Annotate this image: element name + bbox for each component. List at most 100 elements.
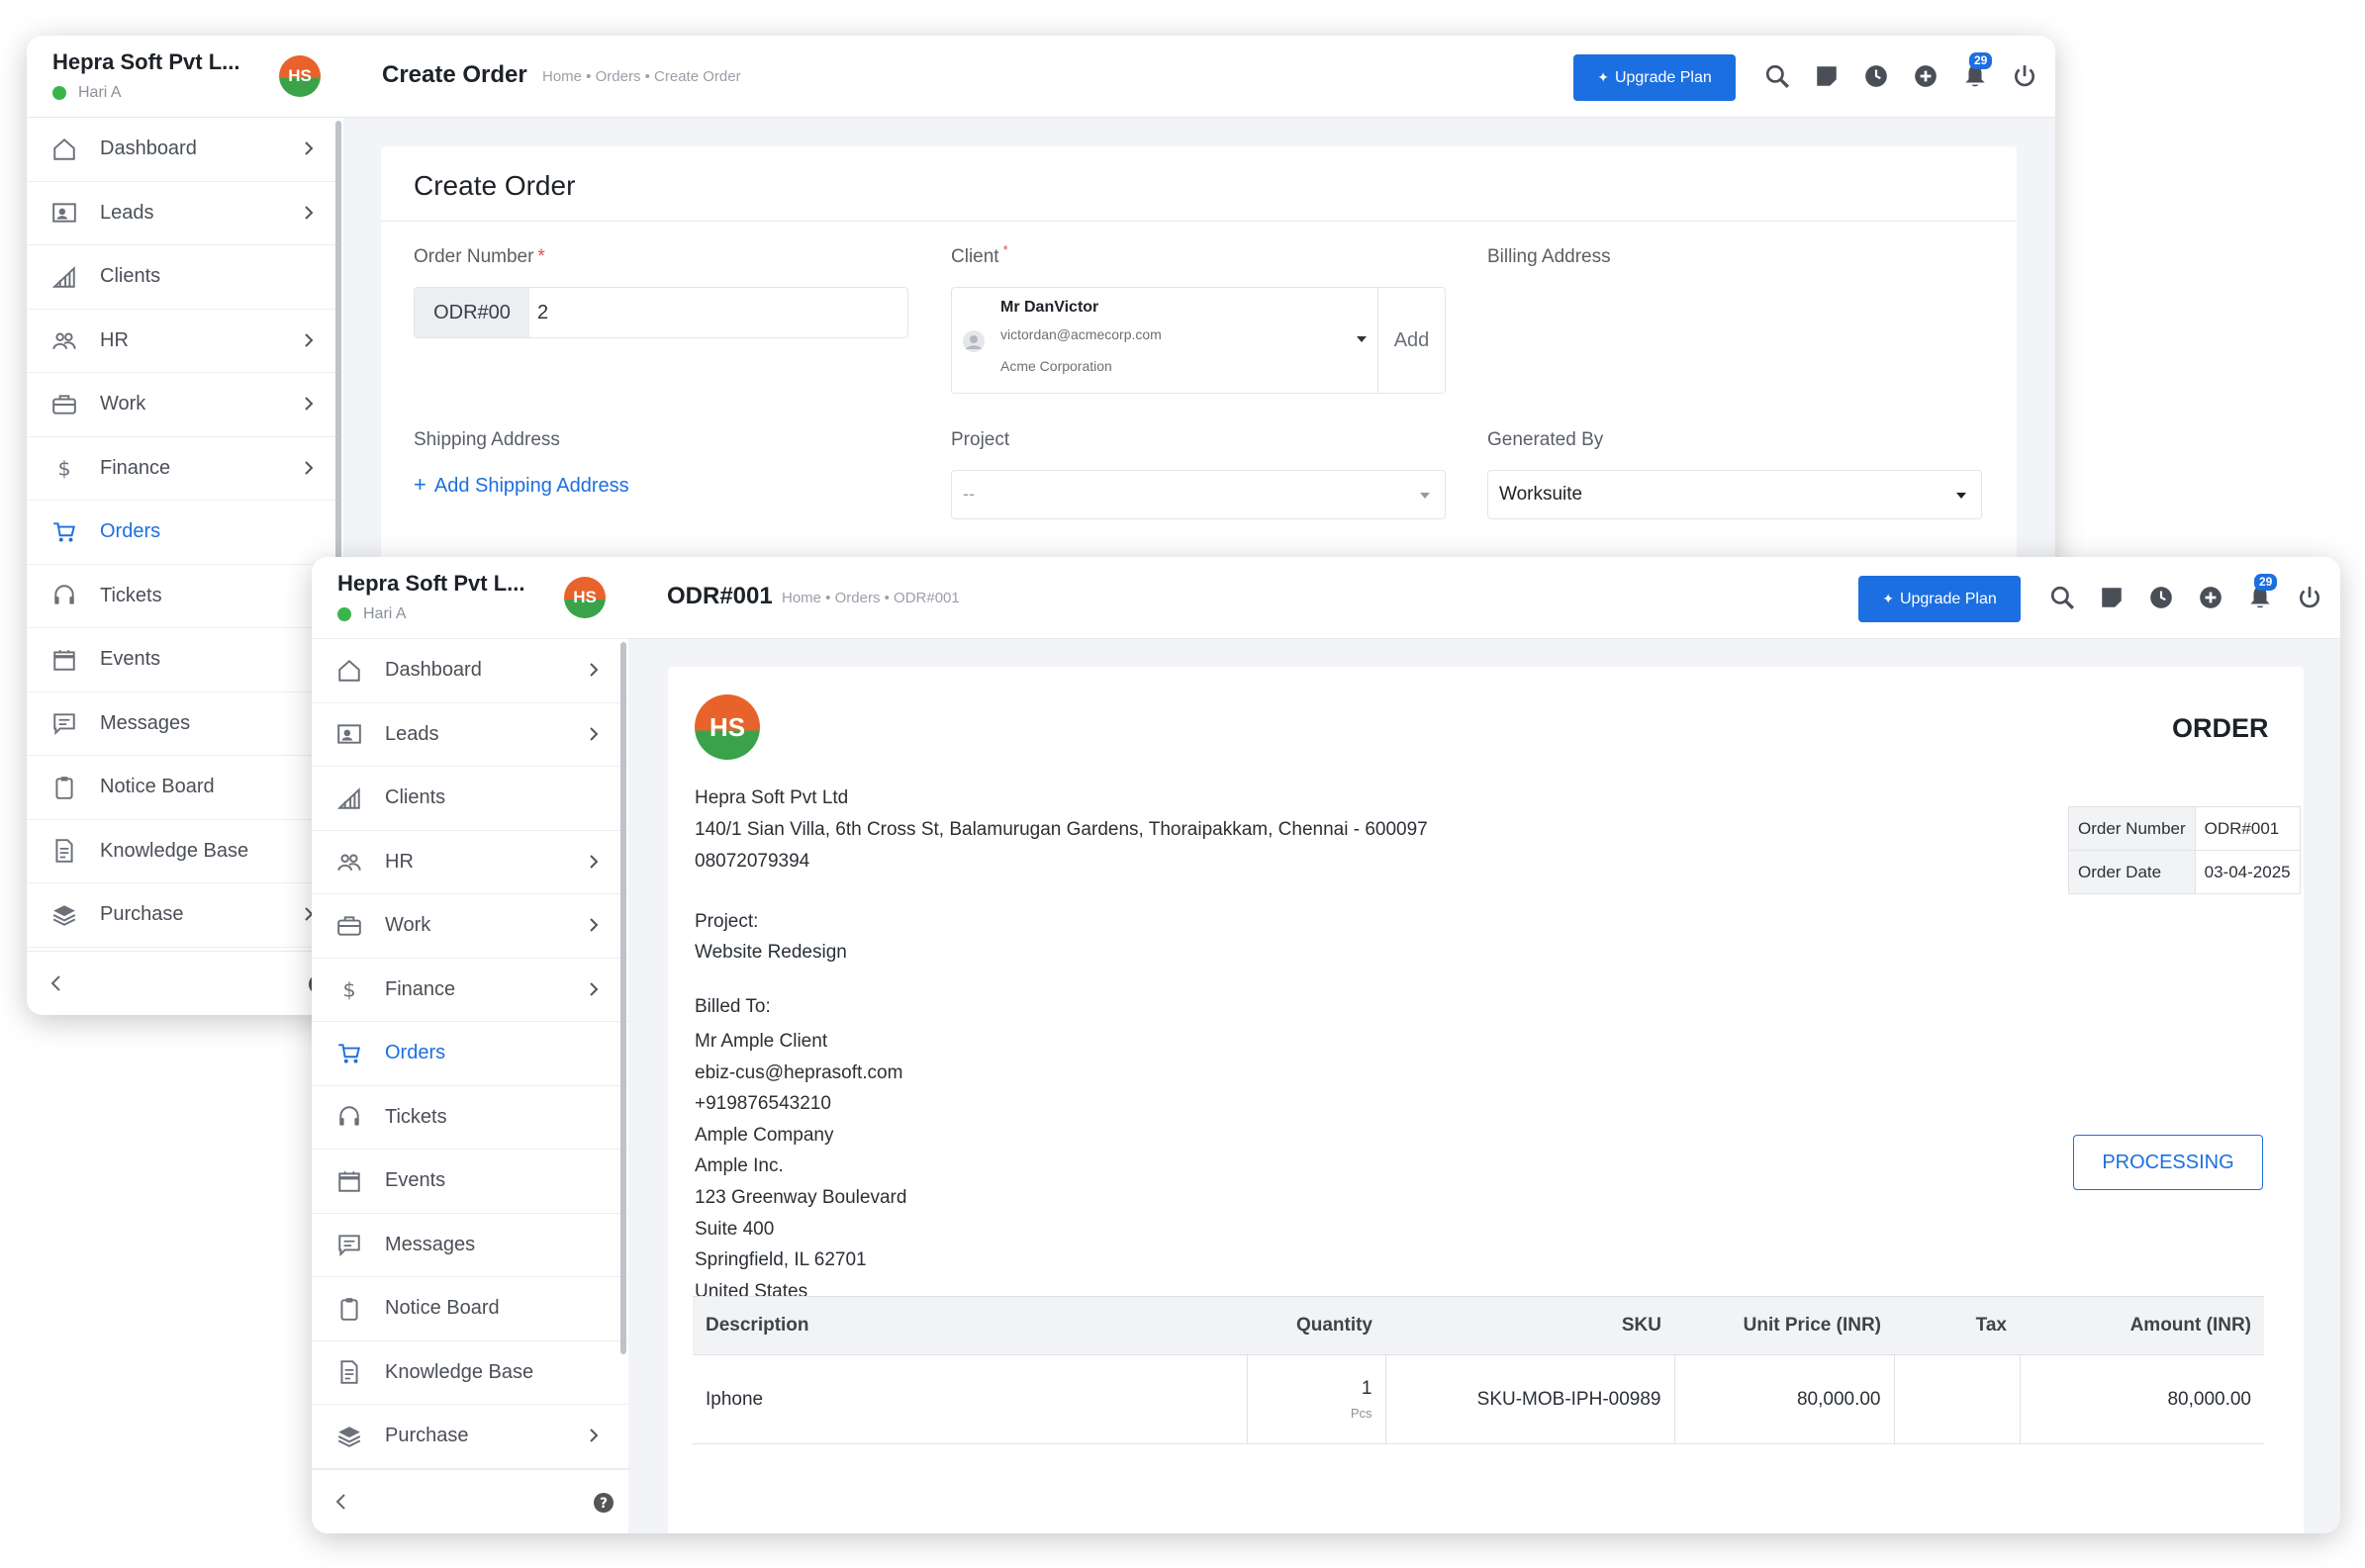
sidebar-item-tickets[interactable]: Tickets (27, 565, 343, 628)
sidebar-item-clients[interactable]: Clients (27, 245, 343, 310)
users-icon (337, 854, 361, 872)
notification-badge: 29 (1969, 52, 1993, 69)
sidebar-item-label: Knowledge Base (100, 839, 249, 862)
headset-icon (339, 1106, 359, 1126)
clock-icon[interactable] (1863, 63, 1889, 89)
column-header-quantity: Quantity (1247, 1296, 1385, 1355)
search-icon[interactable] (1764, 63, 1790, 89)
top-bar: Create Order Home • Orders • Create Orde… (343, 36, 2055, 118)
user-name: Hari A (78, 84, 122, 101)
sidebar-item-notice-board[interactable]: Notice Board (312, 1277, 628, 1341)
sidebar-item-orders[interactable]: Orders (312, 1022, 628, 1086)
sidebar-item-knowledge-base[interactable]: Knowledge Base (312, 1341, 628, 1405)
sidebar-item-leads[interactable]: Leads (312, 703, 628, 767)
breadcrumb[interactable]: Home • Orders • Create Order (542, 68, 741, 85)
upgrade-plan-button[interactable]: ✦ Upgrade Plan (1858, 576, 2021, 622)
sidebar-item-knowledge-base[interactable]: Knowledge Base (27, 820, 343, 883)
sidebar-item-dashboard[interactable]: Dashboard (312, 639, 628, 703)
sidebar-item-finance[interactable]: $ Finance (312, 959, 628, 1022)
sidebar-item-hr[interactable]: HR (27, 310, 343, 373)
project-select[interactable]: -- (951, 470, 1446, 519)
caret-down-icon[interactable] (1356, 333, 1368, 345)
client-select[interactable]: Mr DanVictor victordan@acmecorp.com Acme… (951, 287, 1446, 394)
sidebar-item-label: Tickets (385, 1105, 447, 1128)
sidebar-item-label: Dashboard (385, 659, 482, 682)
item-unit-price: 80,000.00 (1674, 1354, 1895, 1444)
upgrade-plan-button[interactable]: ✦ Upgrade Plan (1573, 54, 1736, 101)
user-avatar-icon (963, 330, 985, 352)
sticky-note-icon[interactable] (1814, 63, 1840, 89)
item-sku: SKU-MOB-IPH-00989 (1385, 1354, 1675, 1444)
collapse-sidebar-icon[interactable] (47, 973, 66, 993)
sidebar-item-work[interactable]: Work (27, 373, 343, 437)
sidebar-item-tickets[interactable]: Tickets (312, 1086, 628, 1150)
project-label: Project: (695, 911, 759, 932)
sidebar-item-notice-board[interactable]: Notice Board (27, 756, 343, 820)
sidebar-item-label: Messages (100, 711, 191, 734)
sidebar-item-events[interactable]: Events (27, 628, 343, 692)
power-icon[interactable] (2297, 585, 2322, 610)
collapse-sidebar-icon[interactable] (331, 1492, 351, 1512)
company-logo[interactable]: HS (564, 577, 606, 618)
add-circle-icon[interactable] (2198, 585, 2223, 610)
clock-icon[interactable] (2148, 585, 2174, 610)
home-icon (53, 138, 75, 160)
sidebar-item-messages[interactable]: Messages (27, 692, 343, 756)
project-value: -- (963, 484, 975, 504)
column-header-unit-price: Unit Price (INR) (1674, 1296, 1894, 1355)
sticky-note-icon[interactable] (2099, 585, 2125, 610)
power-icon[interactable] (2012, 63, 2037, 89)
add-circle-icon[interactable] (1913, 63, 1939, 89)
billed-to-line: ebiz-cus@heprasoft.com (695, 1061, 903, 1083)
sidebar-item-purchase[interactable]: Purchase (27, 883, 343, 948)
sidebar-item-label: Tickets (100, 584, 162, 606)
sidebar-item-work[interactable]: Work (312, 894, 628, 959)
required-mark: * (537, 246, 545, 267)
sidebar-item-events[interactable]: Events (312, 1150, 628, 1214)
breadcrumb[interactable]: Home • Orders • ODR#001 (782, 590, 960, 606)
sidebar-item-label: Notice Board (385, 1297, 500, 1320)
sidebar-item-finance[interactable]: $ Finance (27, 437, 343, 501)
sidebar-footer (27, 951, 343, 1015)
home-icon (338, 659, 360, 682)
company-address: 140/1 Sian Villa, 6th Cross St, Balamuru… (695, 819, 1428, 840)
caret-down-icon (1956, 493, 1966, 499)
sidebar-item-label: Events (385, 1169, 446, 1192)
sidebar-item-messages[interactable]: Messages (312, 1214, 628, 1277)
svg-text:?: ? (600, 1496, 608, 1512)
order-number-value: 2 (537, 302, 549, 323)
company-logo[interactable]: HS (279, 55, 321, 97)
sidebar-item-dashboard[interactable]: Dashboard (27, 118, 343, 182)
chevron-right-icon (590, 726, 599, 741)
generated-by-select[interactable]: Worksuite (1487, 470, 1982, 519)
order-number-input[interactable]: ODR#00 2 (414, 287, 908, 338)
sidebar-item-label: Leads (385, 722, 439, 745)
sidebar-scrollbar[interactable] (620, 642, 626, 1354)
chevron-right-icon (590, 918, 599, 932)
sidebar-item-label: HR (100, 328, 129, 351)
add-shipping-address-link[interactable]: + Add Shipping Address (414, 472, 629, 498)
plus-icon: + (414, 472, 426, 497)
briefcase-icon (337, 916, 361, 936)
sidebar-item-clients[interactable]: Clients (312, 767, 628, 831)
order-date-label: Order Date (2068, 850, 2196, 894)
sidebar-item-leads[interactable]: Leads (27, 182, 343, 245)
item-description: Iphone (693, 1354, 1248, 1444)
sidebar-item-orders[interactable]: Orders (27, 501, 343, 565)
sidebar-item-hr[interactable]: HR (312, 831, 628, 894)
sidebar-item-purchase[interactable]: Purchase (312, 1405, 628, 1469)
chevron-right-icon (590, 854, 599, 869)
sidebar-item-label: Orders (385, 1042, 446, 1064)
message-icon (338, 1235, 360, 1257)
sidebar-item-label: Orders (100, 520, 161, 543)
sparkle-icon: ✦ (1882, 591, 1894, 606)
briefcase-icon (52, 395, 76, 415)
help-icon[interactable]: ? (593, 1492, 615, 1514)
generated-by-label: Generated By (1487, 429, 1604, 450)
search-icon[interactable] (2049, 585, 2075, 610)
add-client-button[interactable]: Add (1377, 288, 1445, 393)
caret-down-icon (1420, 493, 1430, 499)
order-status-button[interactable]: PROCESSING (2073, 1135, 2263, 1190)
notification-badge: 29 (2254, 574, 2278, 591)
shipping-address-label: Shipping Address (414, 429, 560, 450)
